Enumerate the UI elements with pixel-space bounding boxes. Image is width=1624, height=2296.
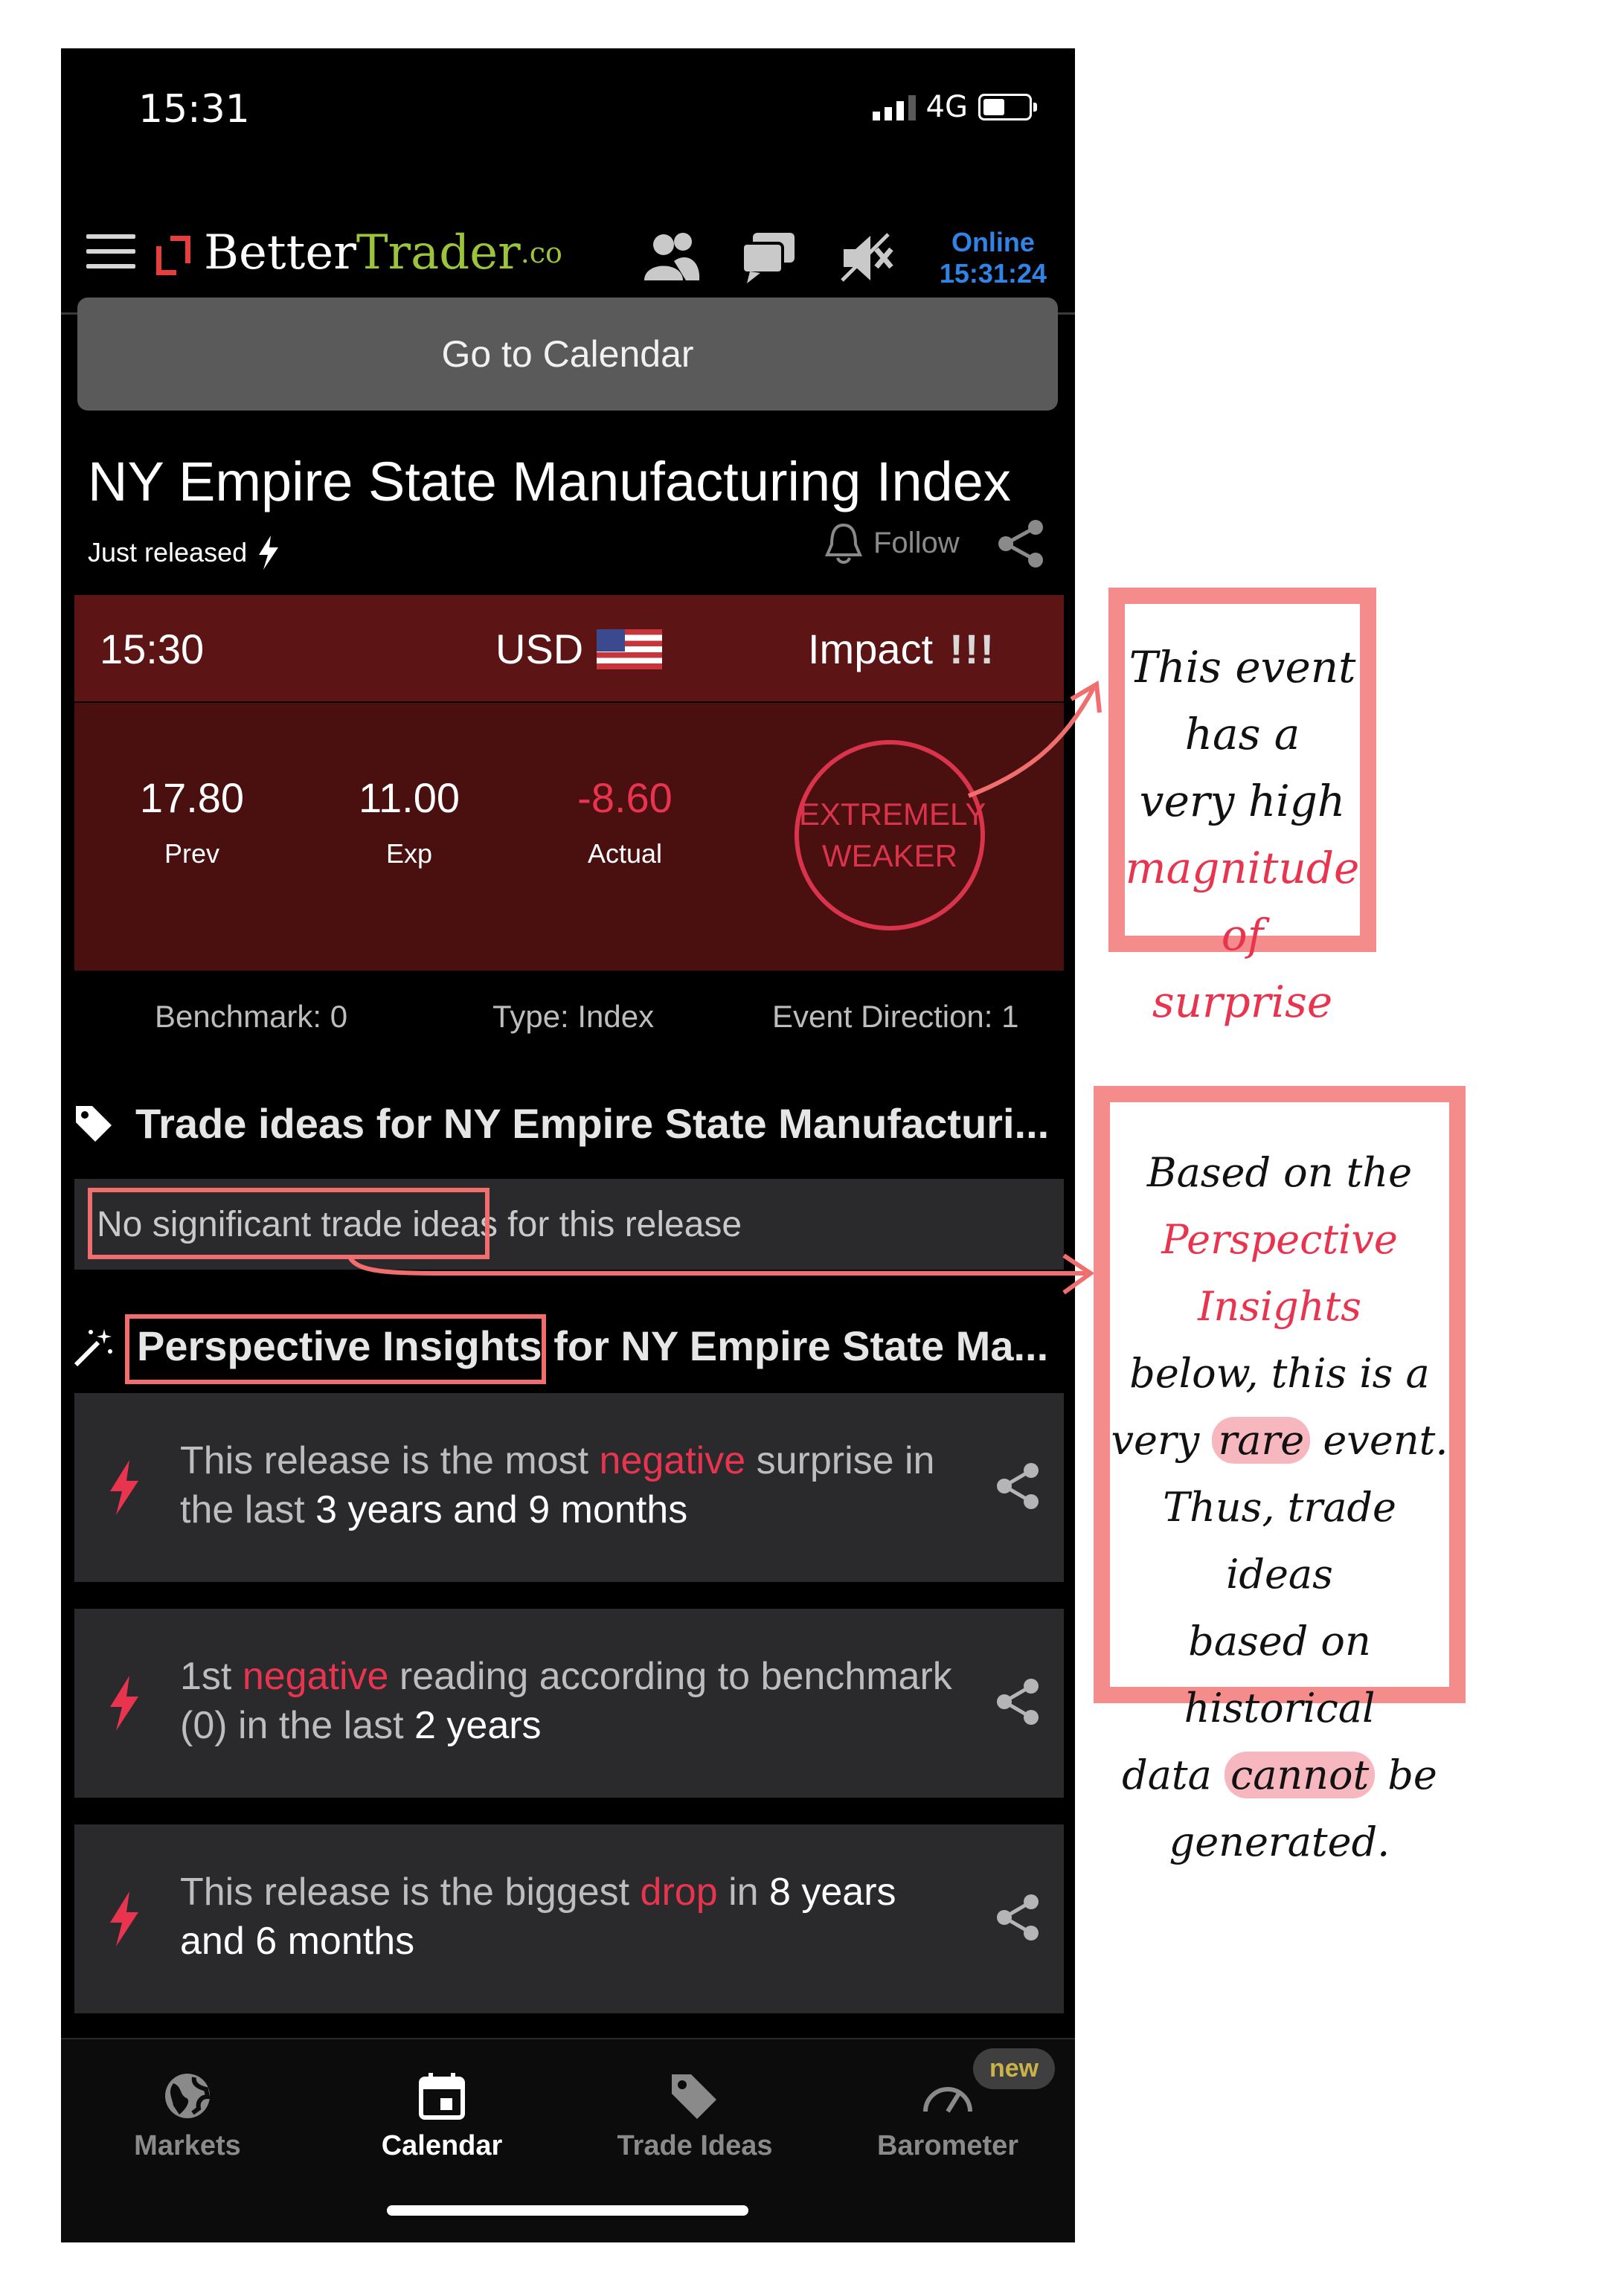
annotation-note: This event has a very high magnitude of …: [1108, 588, 1376, 1027]
annotation-note: Based on the Perspective Insights below,…: [1094, 1086, 1466, 1865]
